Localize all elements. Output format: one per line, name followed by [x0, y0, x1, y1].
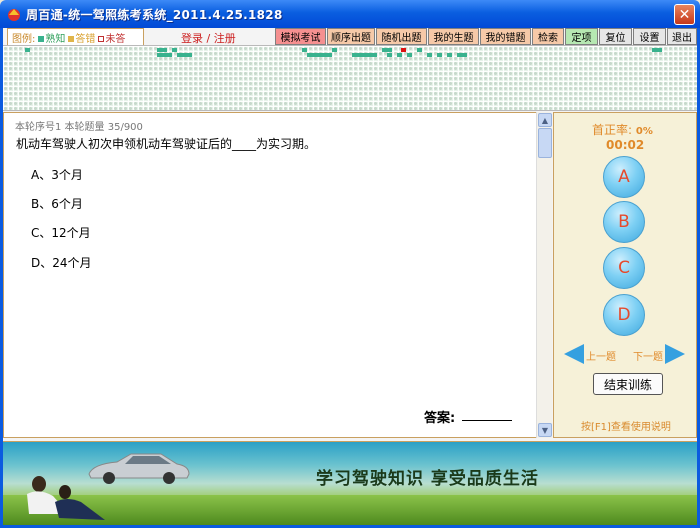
- legend-todo: 未答: [105, 33, 126, 45]
- mock-exam-button[interactable]: 模拟考试: [275, 28, 326, 45]
- grid-cell[interactable]: [657, 48, 662, 52]
- legend: 图例: 熟知 答错 未答: [7, 28, 144, 45]
- banner-slogan: 学习驾驶知识 享受品质生活: [316, 469, 539, 489]
- grid-pattern: [3, 46, 697, 110]
- app-logo-icon: [8, 9, 20, 21]
- next-arrow-icon[interactable]: [665, 344, 685, 364]
- question-text: 机动车驾驶人初次申领机动车驾驶证后的____为实习期。: [16, 137, 317, 151]
- grid-cell[interactable]: [302, 48, 307, 52]
- grid-cell[interactable]: [447, 53, 452, 57]
- login-register-link[interactable]: 登录 / 注册: [181, 30, 236, 46]
- accuracy-label: 首正率:: [592, 123, 633, 137]
- fixed-button[interactable]: 定项: [565, 28, 598, 45]
- legend-done: 熟知: [45, 33, 66, 45]
- next-question-button[interactable]: 下一题: [633, 348, 663, 363]
- grid-cell[interactable]: [427, 53, 432, 57]
- exit-button[interactable]: 退出: [667, 28, 697, 45]
- reset-button[interactable]: 复位: [599, 28, 632, 45]
- prev-arrow-icon[interactable]: [564, 344, 584, 364]
- title-bar: 周百通-统一驾照练考系统_2011.4.25.1828 ✕: [0, 0, 700, 28]
- couple-image: [27, 476, 105, 520]
- scroll-down-icon[interactable]: ▼: [538, 423, 552, 437]
- scroll-up-icon[interactable]: ▲: [538, 113, 552, 127]
- grid-cell[interactable]: [172, 48, 177, 52]
- answer-panel: 首正率: 0% 00:02 A B C D 上一题 下一题 结束训练 按[F1]…: [553, 112, 697, 438]
- answer-label: 答案:: [424, 411, 456, 426]
- prev-question-button[interactable]: 上一题: [586, 348, 616, 363]
- close-button[interactable]: ✕: [674, 4, 695, 25]
- grid-cell[interactable]: [372, 53, 377, 57]
- end-training-button[interactable]: 结束训练: [593, 373, 663, 395]
- round-info: 本轮序号1 本轮题量 35/900: [15, 122, 143, 133]
- grid-cell[interactable]: [332, 48, 337, 52]
- timer: 00:02: [606, 138, 645, 152]
- answer-field: [462, 420, 512, 421]
- sequential-button[interactable]: 顺序出题: [327, 28, 375, 45]
- choice-d-button[interactable]: D: [603, 294, 645, 336]
- search-button[interactable]: 检索: [532, 28, 564, 45]
- option-d[interactable]: D、24个月: [31, 254, 92, 271]
- toolbar: 图例: 熟知 答错 未答 登录 / 注册 模拟考试 顺序出题 随机出题 我的生题…: [3, 28, 697, 45]
- banner: 学习驾驶知识 享受品质生活: [3, 441, 697, 525]
- grid-cell[interactable]: [187, 53, 192, 57]
- grid-cell[interactable]: [407, 53, 412, 57]
- option-b[interactable]: B、6个月: [31, 195, 83, 212]
- grid-cell[interactable]: [417, 48, 422, 52]
- my-topics-button[interactable]: 我的生题: [428, 28, 479, 45]
- grid-cell[interactable]: [387, 53, 392, 57]
- my-wrong-button[interactable]: 我的错题: [480, 28, 531, 45]
- question-scrollbar[interactable]: ▲ ▼: [536, 112, 552, 438]
- legend-label: 图例:: [12, 33, 36, 45]
- accuracy: 首正率: 0%: [592, 121, 653, 138]
- grid-cell[interactable]: [387, 48, 392, 52]
- legend-wrong-swatch: [68, 35, 75, 42]
- legend-wrong: 答错: [75, 33, 96, 45]
- option-a[interactable]: A、3个月: [31, 166, 83, 183]
- legend-todo-swatch: [98, 35, 105, 42]
- grid-cell[interactable]: [167, 53, 172, 57]
- grid-cell[interactable]: [327, 53, 332, 57]
- settings-button[interactable]: 设置: [633, 28, 666, 45]
- option-c[interactable]: C、12个月: [31, 224, 91, 241]
- random-button[interactable]: 随机出题: [376, 28, 427, 45]
- question-grid[interactable]: [3, 45, 697, 111]
- window-title: 周百通-统一驾照练考系统_2011.4.25.1828: [26, 7, 283, 22]
- grid-cell[interactable]: [462, 53, 467, 57]
- grid-cell[interactable]: [25, 48, 30, 52]
- choice-b-button[interactable]: B: [603, 201, 645, 243]
- accuracy-value: 0%: [635, 126, 653, 137]
- scroll-thumb[interactable]: [538, 128, 552, 158]
- help-hint: 按[F1]查看使用说明: [581, 422, 671, 433]
- choice-a-button[interactable]: A: [603, 156, 645, 198]
- grid-cell[interactable]: [397, 53, 402, 57]
- grid-cell[interactable]: [162, 48, 167, 52]
- legend-done-swatch: [38, 35, 45, 42]
- grid-cell-current[interactable]: [401, 48, 406, 52]
- question-panel: 本轮序号1 本轮题量 35/900 机动车驾驶人初次申领机动车驾驶证后的____…: [3, 112, 536, 438]
- choice-c-button[interactable]: C: [603, 247, 645, 289]
- grid-cell[interactable]: [437, 53, 442, 57]
